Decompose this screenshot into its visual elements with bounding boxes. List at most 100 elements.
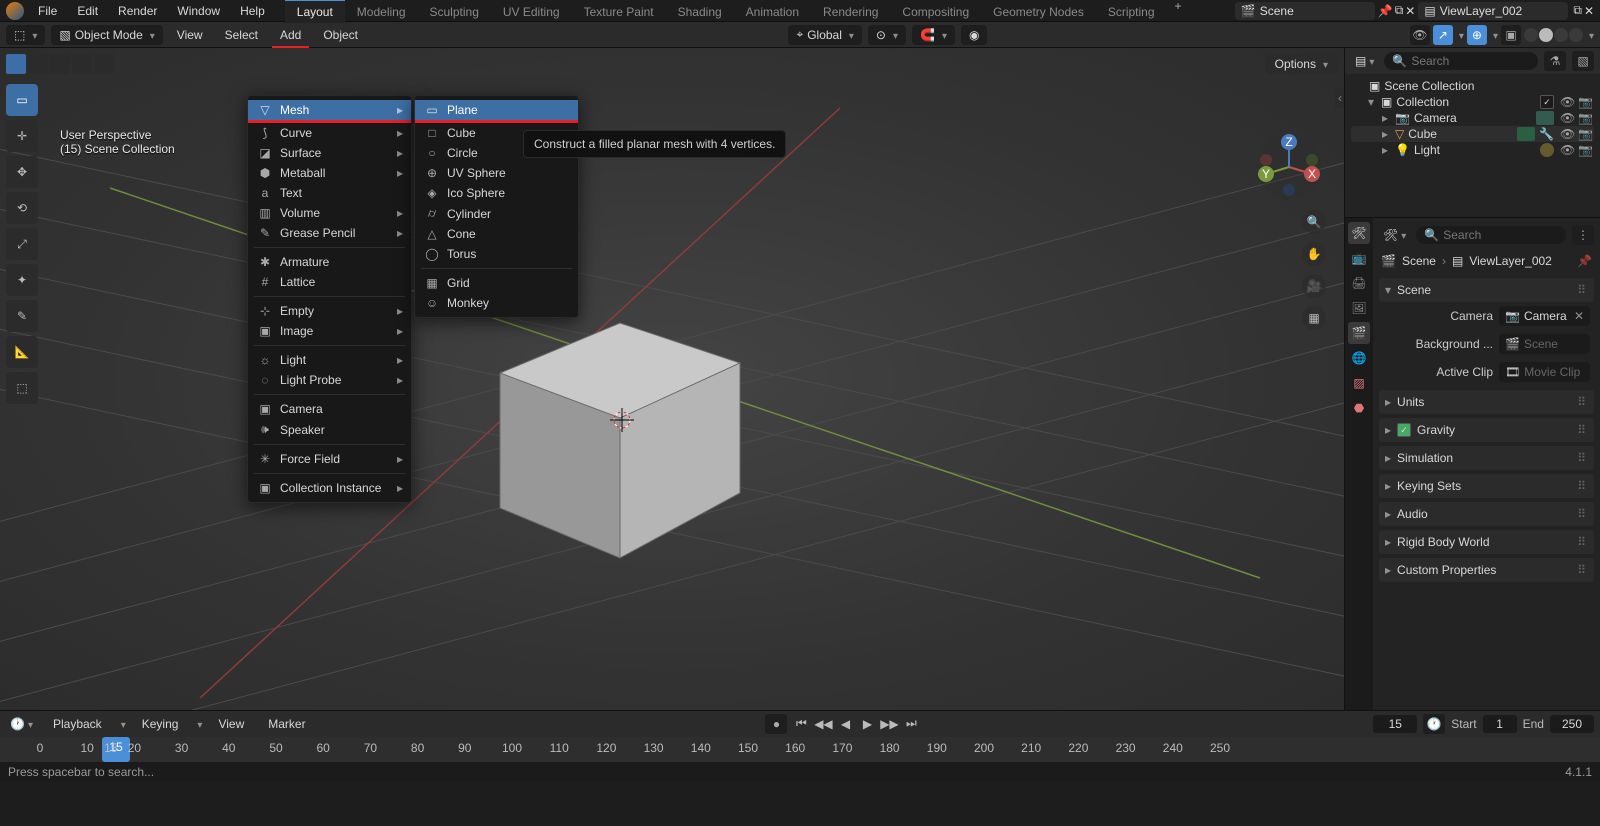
properties-type-icon[interactable]: 🛠	[1379, 226, 1410, 244]
n-panel-toggle[interactable]: ‹	[1335, 88, 1344, 108]
jump-end-icon[interactable]: ⏭	[901, 715, 921, 733]
pan-icon[interactable]: ✋	[1302, 242, 1326, 266]
play-reverse-icon[interactable]: ◀	[835, 715, 855, 733]
add-menu-item-mesh[interactable]: ▽Mesh▸	[248, 100, 411, 120]
nav-gizmo[interactable]: X Y Z	[1254, 132, 1324, 202]
panel-units[interactable]: ▸Units⠿	[1379, 390, 1594, 414]
auto-keying-toggle[interactable]: ●	[765, 714, 787, 734]
select-mode-extend[interactable]	[28, 54, 48, 74]
panel-audio[interactable]: ▸Audio⠿	[1379, 502, 1594, 526]
add-menu-item-collection-instance[interactable]: ▣Collection Instance▸	[248, 478, 411, 498]
frame-lock-icon[interactable]: 🕐	[1423, 714, 1445, 734]
mesh-menu-item-plane[interactable]: ▭Plane	[415, 100, 578, 120]
add-menu[interactable]: Add	[272, 25, 309, 45]
orientation-selector[interactable]: ⌖Global	[788, 25, 861, 45]
camera-data-icon[interactable]	[1536, 111, 1554, 125]
add-menu-item-camera[interactable]: ▣Camera	[248, 399, 411, 419]
tree-item-cube[interactable]: ▸▽Cube🔧👁📷	[1351, 126, 1594, 142]
workspace-add-button[interactable]: +	[1167, 0, 1190, 23]
workspace-tab-animation[interactable]: Animation	[734, 0, 811, 23]
eye-icon[interactable]: 👁	[1560, 127, 1574, 141]
copy-viewlayer-icon[interactable]: ⧉	[1573, 3, 1582, 18]
active-clip-field[interactable]: 🎞Movie Clip	[1499, 362, 1590, 382]
timeline-keying-menu[interactable]: Keying	[134, 714, 187, 734]
overlay-toggle[interactable]: ⊕	[1467, 25, 1487, 45]
keyframe-next-icon[interactable]: ▶▶	[879, 715, 899, 733]
viewlayer-selector[interactable]: ▤ViewLayer_002	[1418, 2, 1568, 20]
workspace-tab-layout[interactable]: Layout	[285, 0, 345, 23]
add-menu-item-lattice[interactable]: #Lattice	[248, 272, 411, 292]
timeline-playback-menu[interactable]: Playback	[45, 714, 110, 734]
workspace-tab-compositing[interactable]: Compositing	[890, 0, 981, 23]
mode-selector[interactable]: ▧Object Mode	[51, 25, 162, 45]
add-menu-item-light-probe[interactable]: ◌Light Probe▸	[248, 370, 411, 390]
mesh-menu-item-torus[interactable]: ◯Torus	[415, 244, 578, 264]
tool-scale[interactable]: ⤢	[6, 228, 38, 260]
select-mode-subtract[interactable]	[50, 54, 70, 74]
select-menu[interactable]: Select	[217, 25, 266, 45]
menu-edit[interactable]: Edit	[67, 1, 108, 21]
workspace-tab-rendering[interactable]: Rendering	[811, 0, 890, 23]
add-menu-item-volume[interactable]: ▥Volume▸	[248, 203, 411, 223]
add-menu-item-light[interactable]: ☼Light▸	[248, 350, 411, 370]
add-menu-item-armature[interactable]: ✱Armature	[248, 252, 411, 272]
mesh-menu-item-cylinder[interactable]: ⌭Cylinder	[415, 203, 578, 224]
breadcrumb-scene[interactable]: Scene	[1402, 254, 1436, 268]
tree-scene-collection[interactable]: ▣Scene Collection	[1351, 78, 1594, 94]
select-mode-box[interactable]	[6, 54, 26, 74]
add-menu-item-metaball[interactable]: ⬢Metaball▸	[248, 163, 411, 183]
tree-item-camera[interactable]: ▸📷Camera👁📷	[1351, 110, 1594, 126]
start-frame-field[interactable]: 1	[1483, 715, 1517, 733]
workspace-tab-shading[interactable]: Shading	[666, 0, 734, 23]
snap-selector[interactable]: 🧲	[912, 25, 955, 45]
exclude-checkbox[interactable]: ✓	[1540, 95, 1554, 109]
visibility-toggle[interactable]: 👁	[1410, 25, 1430, 45]
add-menu-item-empty[interactable]: ⊹Empty▸	[248, 301, 411, 321]
tree-item-light[interactable]: ▸💡Light👁📷	[1351, 142, 1594, 158]
gizmo-toggle[interactable]: ↗	[1433, 25, 1453, 45]
modifier-icon[interactable]: 🔧	[1539, 127, 1554, 141]
render-icon[interactable]: 📷	[1578, 127, 1592, 141]
gizmo-dropdown[interactable]	[1456, 28, 1464, 42]
outliner-search[interactable]: 🔍Search	[1384, 52, 1538, 70]
panel-simulation[interactable]: ▸Simulation⠿	[1379, 446, 1594, 470]
menu-render[interactable]: Render	[108, 1, 167, 21]
menu-file[interactable]: File	[28, 1, 67, 21]
view-menu[interactable]: View	[169, 25, 211, 45]
add-menu-item-image[interactable]: ▣Image▸	[248, 321, 411, 341]
jump-start-icon[interactable]: ⏮	[791, 715, 811, 733]
scene-selector[interactable]: 🎬Scene	[1235, 2, 1375, 20]
tree-collection[interactable]: ▾▣Collection ✓👁📷	[1351, 94, 1594, 110]
panel-rigid-body[interactable]: ▸Rigid Body World⠿	[1379, 530, 1594, 554]
outliner-display-mode[interactable]: ▤	[1351, 52, 1378, 70]
light-data-icon[interactable]	[1540, 143, 1554, 157]
eye-icon[interactable]: 👁	[1560, 143, 1574, 157]
tab-world[interactable]: 🌐	[1348, 347, 1370, 369]
shading-dropdown[interactable]	[1586, 28, 1594, 42]
workspace-tab-texture[interactable]: Texture Paint	[572, 0, 666, 23]
add-menu-item-text[interactable]: aText	[248, 183, 411, 203]
tab-object[interactable]: ▨	[1348, 372, 1370, 394]
tab-tool[interactable]: 🛠	[1348, 222, 1370, 244]
tool-measure[interactable]: 📐	[6, 336, 38, 368]
panel-keying-sets[interactable]: ▸Keying Sets⠿	[1379, 474, 1594, 498]
current-frame-field[interactable]: 15	[1373, 715, 1417, 733]
overlay-dropdown[interactable]	[1490, 28, 1498, 42]
perspective-icon[interactable]: ▦	[1302, 306, 1326, 330]
editor-type-selector[interactable]: ⬚	[6, 25, 45, 45]
shading-modes[interactable]	[1524, 28, 1583, 42]
tool-rotate[interactable]: ⟲	[6, 192, 38, 224]
mesh-menu-item-grid[interactable]: ▦Grid	[415, 273, 578, 293]
timeline-ruler[interactable]: 15 0101520304050607080901001101201301401…	[0, 737, 1600, 763]
workspace-tab-scripting[interactable]: Scripting	[1096, 0, 1167, 23]
mesh-menu-item-uv-sphere[interactable]: ⊕UV Sphere	[415, 163, 578, 183]
render-icon[interactable]: 📷	[1578, 111, 1592, 125]
new-collection[interactable]: ▧	[1572, 51, 1594, 71]
panel-custom-props[interactable]: ▸Custom Properties⠿	[1379, 558, 1594, 582]
end-frame-field[interactable]: 250	[1550, 715, 1594, 733]
add-menu-item-speaker[interactable]: 🕪Speaker	[248, 419, 411, 440]
viewport-options[interactable]: Options	[1265, 54, 1338, 74]
outliner-filter[interactable]: ⚗	[1544, 51, 1566, 71]
mesh-menu-item-cone[interactable]: △Cone	[415, 224, 578, 244]
add-menu-item-curve[interactable]: ⟆Curve▸	[248, 123, 411, 143]
